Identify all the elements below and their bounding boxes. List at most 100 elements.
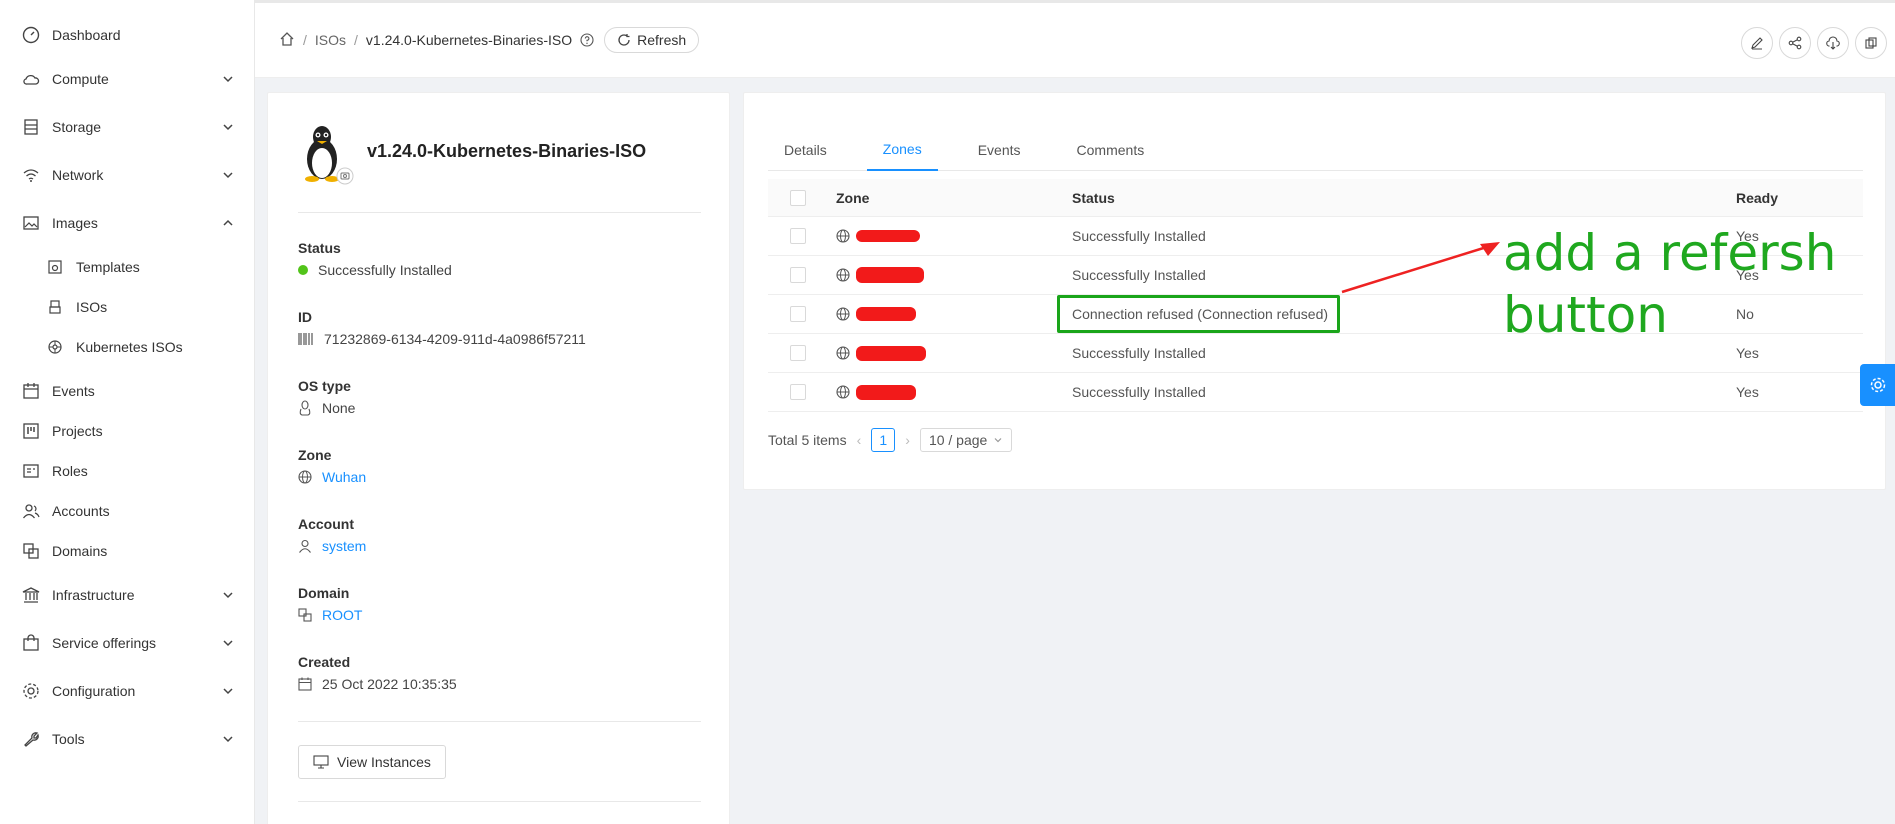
row-checkbox[interactable] [790,295,806,333]
account-link[interactable]: system [322,538,366,554]
divider [298,721,701,722]
page-size-select[interactable]: 10 / page [919,428,1013,452]
resource-detail-card: v1.24.0-Kubernetes-Binaries-ISO Status S… [267,92,730,824]
globe-icon [836,307,850,321]
sidebar-item-dashboard[interactable]: Dashboard [0,15,255,55]
copy-button[interactable] [1855,27,1887,59]
page-header: / ISOs / v1.24.0-Kubernetes-Binaries-ISO… [255,0,1895,78]
breadcrumb-separator: / [303,32,307,48]
select-all-checkbox[interactable] [790,179,806,216]
chevron-down-icon [994,438,1002,443]
sidebar-item-kubernetes-isos[interactable]: Kubernetes ISOs [0,327,255,367]
user-icon [299,539,311,553]
download-button[interactable] [1817,27,1849,59]
sidebar-item-accounts[interactable]: Accounts [0,491,255,531]
row-checkbox[interactable] [790,217,806,255]
copy-icon [1865,37,1877,49]
annotation-arrow [1341,242,1500,294]
globe-icon [836,385,850,399]
created-text: 25 Oct 2022 10:35:35 [322,676,457,692]
project-icon [22,422,40,440]
chevron-down-icon [223,124,233,131]
sidebar-item-isos[interactable]: ISOs [0,287,255,327]
domain-link[interactable]: ROOT [322,607,362,623]
sidebar-item-infrastructure[interactable]: Infrastructure [0,575,255,615]
settings-drawer-button[interactable] [1860,364,1895,406]
reload-icon [618,34,630,46]
barcode-icon [298,333,313,345]
sidebar-item-label: Kubernetes ISOs [76,339,183,355]
next-page-icon[interactable]: › [905,432,910,448]
domain-label: Domain [298,585,350,601]
sidebar-item-images[interactable]: Images [0,203,255,243]
zone-cell [836,217,920,255]
zone-cell [836,334,926,372]
column-header-ready[interactable]: Ready [1736,179,1778,216]
created-value: 25 Oct 2022 10:35:35 [298,676,457,692]
ostype-text: None [322,400,356,416]
sidebar-item-network[interactable]: Network [0,155,255,195]
sidebar-item-events[interactable]: Events [0,371,255,411]
sidebar-item-service-offerings[interactable]: Service offerings [0,623,255,663]
row-checkbox[interactable] [790,334,806,372]
sidebar-item-projects[interactable]: Projects [0,411,255,451]
sidebar-item-configuration[interactable]: Configuration [0,671,255,711]
view-instances-label: View Instances [337,754,431,770]
tab-zones[interactable]: Zones [866,129,938,171]
breadcrumb-isos-link[interactable]: ISOs [315,32,346,48]
sidebar-item-label: Accounts [52,503,110,519]
zone-label: Zone [298,447,332,463]
sidebar-item-label: Tools [52,731,85,747]
sidebar-item-label: Network [52,167,104,183]
sidebar-item-storage[interactable]: Storage [0,107,255,147]
tab-details[interactable]: Details [768,129,843,171]
question-circle-icon[interactable] [580,33,594,47]
home-icon[interactable] [279,31,295,50]
edit-button[interactable] [1741,27,1773,59]
status-value: Successfully Installed [298,262,452,278]
sidebar-item-domains[interactable]: Domains [0,531,255,571]
share-icon [1788,36,1802,50]
refresh-label: Refresh [637,32,687,48]
globe-icon [836,346,850,360]
sidebar-item-compute[interactable]: Compute [0,59,255,99]
sidebar-item-templates[interactable]: Templates [0,247,255,287]
prev-page-icon[interactable]: ‹ [857,432,862,448]
id-label: ID [298,309,312,325]
storage-icon [22,118,40,136]
action-toolbar [1741,27,1887,59]
status-cell: Successfully Installed [1072,267,1206,283]
row-checkbox[interactable] [790,373,806,411]
template-icon [46,258,64,276]
gear-icon [1870,377,1885,393]
share-button[interactable] [1779,27,1811,59]
breadcrumb-current: v1.24.0-Kubernetes-Binaries-ISO [365,32,573,48]
redacted-zone-name [856,307,916,321]
annotation-text: add a refersh button [1503,222,1883,346]
refresh-button[interactable]: Refresh [604,27,700,53]
tab-bar: Details Zones Events Comments [768,129,1863,171]
sidebar-item-roles[interactable]: Roles [0,451,255,491]
cloud-icon [22,70,40,88]
page-number-button[interactable]: 1 [871,428,896,452]
zone-link[interactable]: Wuhan [322,469,366,485]
annotation-line: add a refersh [1503,224,1837,282]
tab-events[interactable]: Events [962,129,1037,171]
sidebar-item-label: Dashboard [52,27,121,43]
created-label: Created [298,654,351,670]
idcard-icon [22,462,40,480]
tab-comments[interactable]: Comments [1061,129,1161,171]
ostype-value: None [298,400,355,416]
sidebar-item-label: Storage [52,119,102,135]
row-checkbox[interactable] [790,256,806,294]
sidebar-item-label: Templates [76,259,140,275]
sidebar-item-tools[interactable]: Tools [0,719,255,759]
redacted-zone-name [856,230,920,242]
view-instances-button[interactable]: View Instances [298,745,446,779]
desktop-icon [313,755,329,769]
column-header-status[interactable]: Status [1072,179,1115,216]
column-header-zone[interactable]: Zone [836,179,869,216]
table-row[interactable]: Successfully Installed Yes [768,373,1863,412]
id-value: 71232869-6134-4209-911d-4a0986f57211 [298,331,586,347]
dashboard-icon [22,26,40,44]
